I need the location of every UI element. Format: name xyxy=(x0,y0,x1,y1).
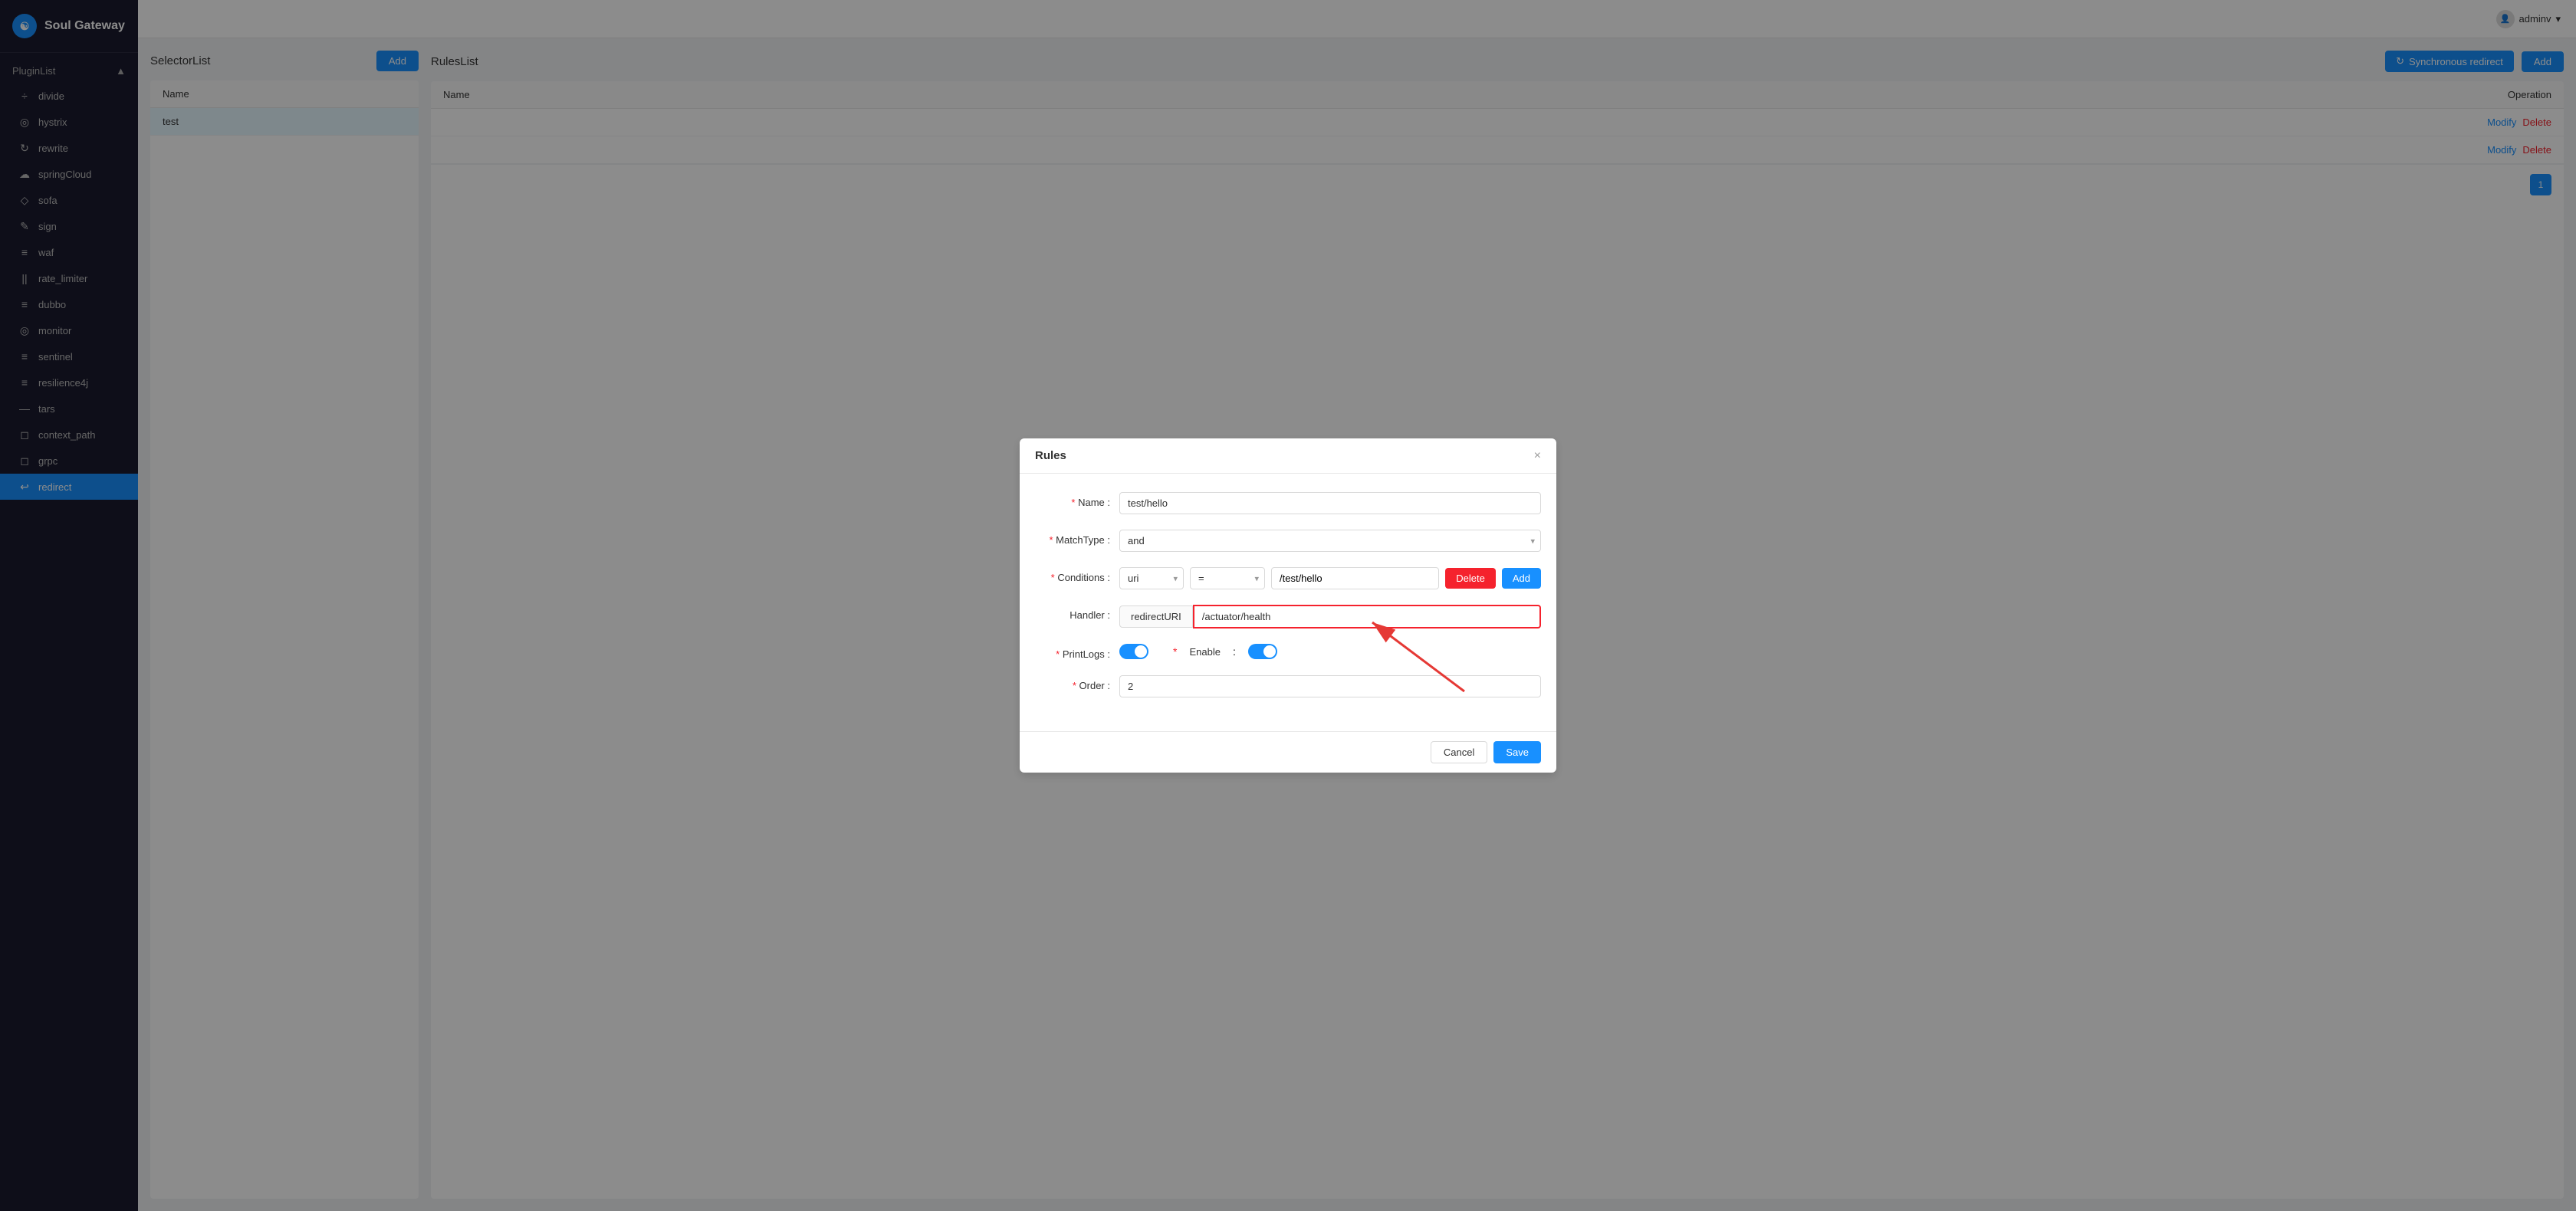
modal-overlay: Rules × * Name : * MatchType : xyxy=(0,0,2576,1211)
modal-close-button[interactable]: × xyxy=(1534,450,1541,462)
condition-type-select-wrap: uri header query method path cookie host… xyxy=(1119,567,1184,589)
condition-type-select[interactable]: uri header query method path cookie host… xyxy=(1119,567,1184,589)
conditions-label: * Conditions : xyxy=(1035,567,1119,583)
toggle-group: * Enable : xyxy=(1119,644,1541,659)
condition-op-select[interactable]: = != contains endsWith startsWith match xyxy=(1190,567,1265,589)
conditions-value-input[interactable] xyxy=(1271,567,1439,589)
handler-field-control: redirectURI xyxy=(1119,605,1541,628)
modal-header: Rules × xyxy=(1020,438,1556,474)
order-label: * Order : xyxy=(1035,675,1119,691)
printlogs-toggle[interactable] xyxy=(1119,644,1148,659)
matchtype-field-control: and or xyxy=(1119,530,1541,552)
matchtype-label: * MatchType : xyxy=(1035,530,1119,546)
printlogs-slider xyxy=(1119,644,1148,659)
modal-footer: Cancel Save xyxy=(1020,731,1556,773)
rules-modal: Rules × * Name : * MatchType : xyxy=(1020,438,1556,773)
handler-field-row: Handler : redirectURI xyxy=(1035,605,1541,628)
condition-op-select-wrap: = != contains endsWith startsWith match xyxy=(1190,567,1265,589)
cancel-button[interactable]: Cancel xyxy=(1431,741,1487,763)
conditions-add-button[interactable]: Add xyxy=(1502,568,1541,589)
matchtype-select-wrap: and or xyxy=(1119,530,1541,552)
printlogs-enable-row: * PrintLogs : * Enable : xyxy=(1035,644,1541,660)
name-field-control xyxy=(1119,492,1541,514)
handler-value-input[interactable] xyxy=(1193,605,1541,628)
handler-type-button[interactable]: redirectURI xyxy=(1119,606,1193,628)
name-field-row: * Name : xyxy=(1035,492,1541,514)
order-field-row: * Order : xyxy=(1035,675,1541,697)
order-field-control xyxy=(1119,675,1541,697)
matchtype-select[interactable]: and or xyxy=(1119,530,1541,552)
order-input[interactable] xyxy=(1119,675,1541,697)
handler-row: redirectURI xyxy=(1119,605,1541,628)
printlogs-label: * PrintLogs : xyxy=(1035,644,1119,660)
name-input[interactable] xyxy=(1119,492,1541,514)
name-label: * Name : xyxy=(1035,492,1119,508)
enable-toggle[interactable] xyxy=(1248,644,1277,659)
conditions-delete-button[interactable]: Delete xyxy=(1445,568,1496,589)
modal-body: * Name : * MatchType : and or xyxy=(1020,474,1556,731)
printlogs-control: * Enable : xyxy=(1119,644,1541,659)
matchtype-field-row: * MatchType : and or xyxy=(1035,530,1541,552)
conditions-field-row: * Conditions : uri header query method p… xyxy=(1035,567,1541,589)
conditions-field-control: uri header query method path cookie host… xyxy=(1119,567,1541,589)
modal-title: Rules xyxy=(1035,449,1066,462)
save-button[interactable]: Save xyxy=(1493,741,1541,763)
handler-label: Handler : xyxy=(1035,605,1119,621)
enable-slider xyxy=(1248,644,1277,659)
conditions-row: uri header query method path cookie host… xyxy=(1119,567,1541,589)
enable-label: Enable xyxy=(1189,646,1220,658)
